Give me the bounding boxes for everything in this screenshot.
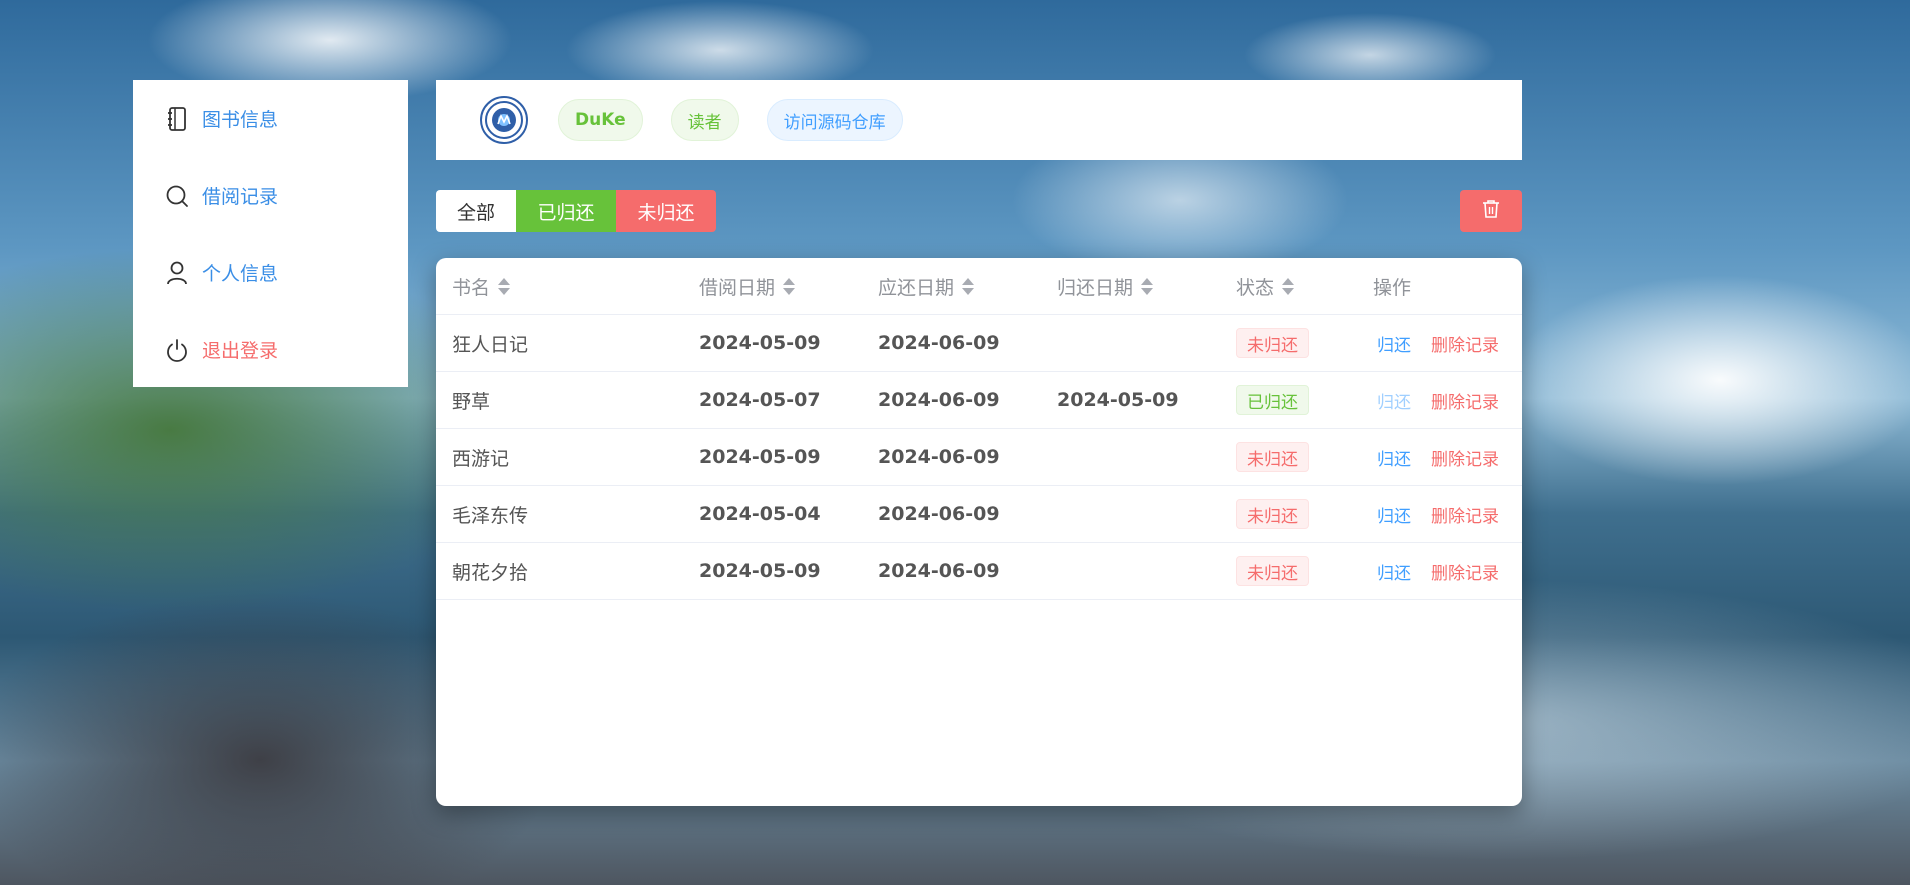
sidebar-item-label: 退出登录 bbox=[202, 340, 279, 362]
table-row: 毛泽东传 2024-05-04 2024-06-09 未归还 归还 删除记录 bbox=[436, 486, 1522, 543]
column-header-status[interactable]: 状态 bbox=[1236, 258, 1295, 314]
due-date: 2024-06-09 bbox=[878, 446, 1000, 468]
sidebar-item-label: 借阅记录 bbox=[202, 186, 279, 208]
column-label: 借阅日期 bbox=[699, 276, 776, 299]
status-cell: 未归还 bbox=[1236, 486, 1309, 542]
notebook-icon bbox=[165, 106, 189, 131]
column-header-borrow-date[interactable]: 借阅日期 bbox=[699, 258, 796, 314]
sidebar-item-logout[interactable]: 退出登录 bbox=[133, 311, 408, 388]
status-badge: 已归还 bbox=[1236, 385, 1309, 415]
status-cell: 未归还 bbox=[1236, 543, 1309, 599]
actions-cell: 归还 删除记录 bbox=[1373, 315, 1499, 371]
book-name: 狂人日记 bbox=[452, 333, 529, 356]
sidebar-item-label: 图书信息 bbox=[202, 109, 279, 131]
delete-record-button[interactable]: 删除记录 bbox=[1431, 331, 1499, 356]
sidebar-menu: 图书信息 借阅记录 个人信息 退出登录 bbox=[133, 80, 408, 387]
user-icon bbox=[165, 261, 189, 285]
top-header: DuKe 读者 访问源码仓库 bbox=[436, 80, 1522, 160]
status-cell: 未归还 bbox=[1236, 429, 1309, 485]
sort-icon[interactable] bbox=[498, 277, 511, 295]
sidebar-item-label: 个人信息 bbox=[202, 263, 279, 285]
borrow-date: 2024-05-09 bbox=[699, 332, 821, 354]
trash-icon bbox=[1482, 199, 1500, 223]
book-name: 朝花夕拾 bbox=[452, 561, 529, 584]
column-label: 状态 bbox=[1236, 276, 1275, 299]
column-label: 应还日期 bbox=[878, 276, 955, 299]
actions-cell: 归还 删除记录 bbox=[1373, 372, 1499, 428]
column-header-actions: 操作 bbox=[1373, 258, 1411, 314]
batch-delete-button[interactable] bbox=[1460, 190, 1522, 232]
return-button[interactable]: 归还 bbox=[1377, 502, 1411, 527]
return-button[interactable]: 归还 bbox=[1377, 388, 1411, 413]
table-header: 书名 借阅日期 应还日期 归还日期 状态 操作 bbox=[436, 258, 1522, 315]
status-cell: 未归还 bbox=[1236, 315, 1309, 371]
borrow-date: 2024-05-07 bbox=[699, 389, 821, 411]
username-tag: DuKe bbox=[558, 99, 643, 141]
book-name: 西游记 bbox=[452, 447, 510, 470]
filter-returned-button[interactable]: 已归还 bbox=[516, 190, 616, 232]
table-row: 野草 2024-05-07 2024-06-09 2024-05-09 已归还 … bbox=[436, 372, 1522, 429]
sort-icon[interactable] bbox=[783, 277, 796, 295]
university-logo bbox=[480, 96, 528, 144]
status-cell: 已归还 bbox=[1236, 372, 1309, 428]
status-badge: 未归还 bbox=[1236, 442, 1309, 472]
column-label: 操作 bbox=[1373, 276, 1412, 299]
repo-link[interactable]: 访问源码仓库 bbox=[766, 99, 903, 141]
delete-record-button[interactable]: 删除记录 bbox=[1431, 445, 1499, 470]
actions-cell: 归还 删除记录 bbox=[1373, 543, 1499, 599]
delete-record-button[interactable]: 删除记录 bbox=[1431, 502, 1499, 527]
filter-all-button[interactable]: 全部 bbox=[436, 190, 516, 232]
role-tag: 读者 bbox=[670, 99, 739, 141]
sort-icon[interactable] bbox=[962, 277, 975, 295]
actions-cell: 归还 删除记录 bbox=[1373, 486, 1499, 542]
column-label: 书名 bbox=[452, 276, 491, 299]
return-button[interactable]: 归还 bbox=[1377, 445, 1411, 470]
column-header-name[interactable]: 书名 bbox=[452, 258, 511, 314]
status-filter-group: 全部 已归还 未归还 bbox=[436, 190, 716, 232]
table-row: 西游记 2024-05-09 2024-06-09 未归还 归还 删除记录 bbox=[436, 429, 1522, 486]
column-header-return-date[interactable]: 归还日期 bbox=[1057, 258, 1154, 314]
return-button[interactable]: 归还 bbox=[1377, 331, 1411, 356]
due-date: 2024-06-09 bbox=[878, 503, 1000, 525]
sort-icon[interactable] bbox=[1141, 277, 1154, 295]
actions-cell: 归还 删除记录 bbox=[1373, 429, 1499, 485]
return-date: 2024-05-09 bbox=[1057, 389, 1179, 411]
due-date: 2024-06-09 bbox=[878, 560, 1000, 582]
book-name: 野草 bbox=[452, 390, 491, 413]
table-row: 朝花夕拾 2024-05-09 2024-06-09 未归还 归还 删除记录 bbox=[436, 543, 1522, 600]
status-badge: 未归还 bbox=[1236, 556, 1309, 586]
status-badge: 未归还 bbox=[1236, 328, 1309, 358]
search-icon bbox=[165, 184, 189, 208]
due-date: 2024-06-09 bbox=[878, 389, 1000, 411]
filter-unreturned-button[interactable]: 未归还 bbox=[616, 190, 716, 232]
return-button[interactable]: 归还 bbox=[1377, 559, 1411, 584]
borrow-records-table: 书名 借阅日期 应还日期 归还日期 状态 操作 狂人日记 2024-05-09 … bbox=[436, 258, 1522, 806]
delete-record-button[interactable]: 删除记录 bbox=[1431, 388, 1499, 413]
delete-record-button[interactable]: 删除记录 bbox=[1431, 559, 1499, 584]
due-date: 2024-06-09 bbox=[878, 332, 1000, 354]
sidebar-item-borrow-records[interactable]: 借阅记录 bbox=[133, 157, 408, 234]
sort-icon[interactable] bbox=[1282, 277, 1295, 295]
column-label: 归还日期 bbox=[1057, 276, 1134, 299]
sidebar-item-book-info[interactable]: 图书信息 bbox=[133, 80, 408, 157]
column-header-due-date[interactable]: 应还日期 bbox=[878, 258, 975, 314]
book-name: 毛泽东传 bbox=[452, 504, 529, 527]
status-badge: 未归还 bbox=[1236, 499, 1309, 529]
borrow-date: 2024-05-09 bbox=[699, 446, 821, 468]
table-row: 狂人日记 2024-05-09 2024-06-09 未归还 归还 删除记录 bbox=[436, 315, 1522, 372]
borrow-date: 2024-05-09 bbox=[699, 560, 821, 582]
borrow-date: 2024-05-04 bbox=[699, 503, 821, 525]
sidebar-item-profile[interactable]: 个人信息 bbox=[133, 234, 408, 311]
power-icon bbox=[165, 338, 189, 362]
